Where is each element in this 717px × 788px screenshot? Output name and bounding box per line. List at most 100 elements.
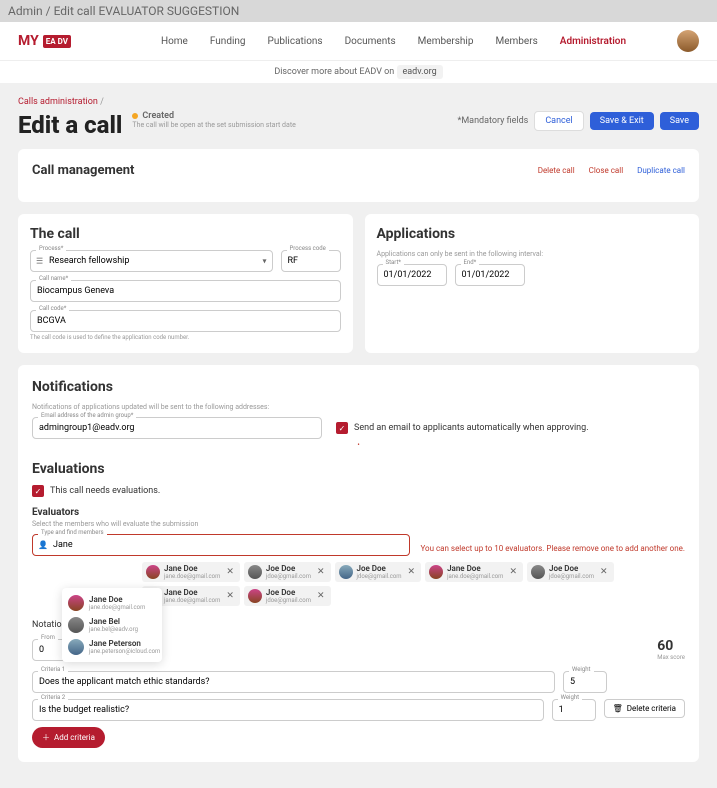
- breadcrumb-root[interactable]: Calls administration: [18, 97, 98, 107]
- window-titlebar: Admin / Edit call EVALUATOR SUGGESTION: [0, 0, 717, 22]
- evaluator-chip: Joe Doejdoe@gmail.com✕: [527, 562, 614, 582]
- save-exit-button[interactable]: Save & Exit: [590, 112, 654, 130]
- auto-email-checkbox[interactable]: ✓: [336, 422, 348, 434]
- status-badge: Created: [132, 111, 295, 121]
- process-select[interactable]: Research fellowship: [30, 250, 273, 272]
- criteria2-weight-input[interactable]: [552, 699, 596, 721]
- suggest-email: jane.peterson@icloud.com: [89, 648, 160, 655]
- main-nav: Home Funding Publications Documents Memb…: [161, 36, 626, 47]
- indicator-dot-icon: •: [32, 441, 685, 449]
- avatar-icon: [339, 565, 353, 579]
- add-criteria-button[interactable]: ＋ Add criteria: [32, 727, 105, 748]
- user-avatar[interactable]: [677, 30, 699, 52]
- call-name-label: Call name*: [36, 275, 71, 282]
- suggest-name: Jane Bel: [89, 617, 138, 626]
- avatar-icon: [248, 565, 262, 579]
- chip-name: Jane Doe: [447, 564, 503, 573]
- criteria1-input[interactable]: [32, 671, 555, 693]
- suggest-item[interactable]: Jane Doejane.doe@gmail.com: [66, 592, 158, 614]
- suggest-name: Jane Doe: [89, 595, 145, 604]
- avatar-icon: [429, 565, 443, 579]
- admin-email-input[interactable]: [32, 417, 322, 439]
- logo[interactable]: MY EA DV: [18, 33, 71, 49]
- evaluator-search-label: Type and find members: [38, 529, 107, 536]
- admin-email-label: Email address of the admin group*: [38, 412, 136, 419]
- delete-call-link[interactable]: Delete call: [538, 166, 575, 175]
- trash-icon: 🗑: [613, 704, 623, 713]
- delete-criteria-button[interactable]: 🗑 Delete criteria: [604, 699, 685, 718]
- chip-name: Joe Doe: [266, 588, 311, 597]
- nav-documents[interactable]: Documents: [345, 36, 396, 47]
- nav-membership[interactable]: Membership: [418, 36, 474, 47]
- remove-chip-icon[interactable]: ✕: [315, 591, 327, 601]
- evaluator-chip: Joe Doejdoe@gmail.com✕: [244, 586, 331, 606]
- evaluator-chip: Joe Doejdoe@gmail.com✕: [244, 562, 331, 582]
- call-management-card: Call management Delete call Close call D…: [18, 149, 699, 202]
- save-button[interactable]: Save: [660, 112, 699, 130]
- suggest-item[interactable]: Jane Petersonjane.peterson@icloud.com: [66, 636, 158, 658]
- notifications-evaluations-card: Notifications Notifications of applicati…: [18, 365, 699, 762]
- applications-title: Applications: [377, 226, 688, 242]
- criteria2-label: Criteria 2: [38, 694, 68, 701]
- nav-home[interactable]: Home: [161, 36, 188, 47]
- app-end-label: End*: [461, 259, 480, 266]
- process-code-label: Process code: [287, 245, 329, 252]
- max-score-value: 60: [657, 638, 685, 654]
- evaluators-subtitle: Evaluators: [32, 507, 685, 518]
- call-management-title: Call management: [32, 163, 134, 178]
- add-criteria-label: Add criteria: [54, 733, 95, 742]
- remove-chip-icon[interactable]: ✕: [224, 567, 236, 577]
- criteria2-input[interactable]: [32, 699, 544, 721]
- the-call-title: The call: [30, 226, 341, 242]
- status-dot-icon: [132, 113, 138, 119]
- notifications-title: Notifications: [32, 379, 685, 395]
- close-call-link[interactable]: Close call: [589, 166, 624, 175]
- call-code-note: The call code is used to define the appl…: [30, 334, 341, 341]
- avatar-icon: [68, 617, 84, 633]
- evaluations-title: Evaluations: [32, 461, 685, 477]
- applications-panel: Applications Applications can only be se…: [365, 214, 700, 353]
- needs-eval-checkbox[interactable]: ✓: [32, 485, 44, 497]
- remove-chip-icon[interactable]: ✕: [224, 591, 236, 601]
- needs-eval-label: This call needs evaluations.: [50, 486, 160, 496]
- remove-chip-icon[interactable]: ✕: [406, 567, 418, 577]
- nav-funding[interactable]: Funding: [210, 36, 246, 47]
- max-score: 60 Max score: [657, 638, 685, 661]
- evaluator-limit-msg: You can select up to 10 evaluators. Plea…: [420, 544, 685, 553]
- applications-hint: Applications can only be sent in the fol…: [377, 250, 688, 258]
- call-name-input[interactable]: [30, 280, 341, 302]
- cancel-button[interactable]: Cancel: [534, 111, 583, 131]
- chip-name: Jane Doe: [164, 588, 220, 597]
- breadcrumb-sep: /: [100, 97, 104, 107]
- remove-chip-icon[interactable]: ✕: [507, 567, 519, 577]
- chip-email: jane.doe@gmail.com: [164, 597, 220, 604]
- chip-email: jane.doe@gmail.com: [164, 573, 220, 580]
- criteria1-weight-input[interactable]: [563, 671, 607, 693]
- nav-publications[interactable]: Publications: [268, 36, 323, 47]
- title-row: Edit a call Created The call will be ope…: [18, 111, 699, 139]
- suggest-item[interactable]: Jane Beljane.bel@eadv.org: [66, 614, 158, 636]
- chip-name: Joe Doe: [549, 564, 594, 573]
- chip-name: Jane Doe: [164, 564, 220, 573]
- chip-email: jane.doe@gmail.com: [447, 573, 503, 580]
- duplicate-call-link[interactable]: Duplicate call: [637, 166, 685, 175]
- criteria1-label: Criteria 1: [38, 666, 68, 673]
- auto-email-label: Send an email to applicants automaticall…: [354, 423, 589, 433]
- discover-link[interactable]: eadv.org: [397, 65, 443, 79]
- suggest-email: jane.doe@gmail.com: [89, 604, 145, 611]
- evaluator-search-input[interactable]: [32, 534, 410, 556]
- breadcrumb: Calls administration /: [18, 97, 699, 107]
- nav-members[interactable]: Members: [495, 36, 537, 47]
- remove-chip-icon[interactable]: ✕: [315, 567, 327, 577]
- max-score-label: Max score: [657, 654, 685, 661]
- the-call-panel: The call Process* Research fellowship Pr…: [18, 214, 353, 353]
- evaluator-chip: Jane Doejane.doe@gmail.com ✕: [142, 562, 240, 582]
- avatar-icon: [531, 565, 545, 579]
- call-code-input[interactable]: [30, 310, 341, 332]
- app-end-input[interactable]: [455, 264, 525, 286]
- notation-from-label: From: [38, 634, 58, 641]
- nav-administration[interactable]: Administration: [560, 36, 626, 47]
- app-start-input[interactable]: [377, 264, 447, 286]
- chip-name: Joe Doe: [357, 564, 402, 573]
- remove-chip-icon[interactable]: ✕: [598, 567, 610, 577]
